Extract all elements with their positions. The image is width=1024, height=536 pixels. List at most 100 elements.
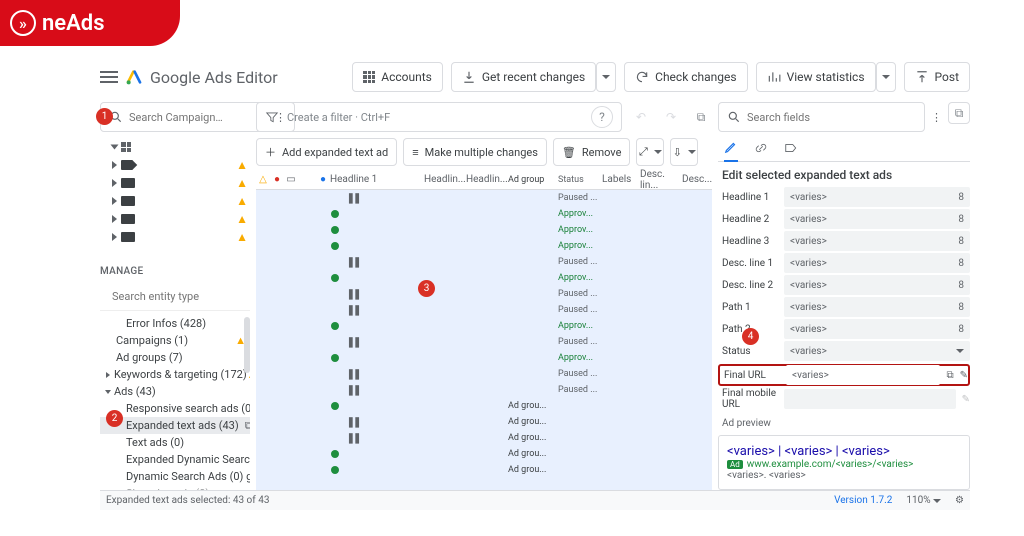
- table-row[interactable]: Approv...: [256, 270, 712, 286]
- tree-item[interactable]: ▲: [100, 156, 250, 174]
- stats-dropdown[interactable]: [876, 62, 896, 92]
- scrollbar[interactable]: [244, 317, 250, 373]
- tree-item[interactable]: ▲: [100, 210, 250, 228]
- search-campaign-input[interactable]: [129, 111, 269, 124]
- search-fields[interactable]: [718, 102, 925, 132]
- settings-icon[interactable]: ⚙: [955, 495, 964, 506]
- table-row[interactable]: ❚❚Paused ...: [256, 286, 712, 302]
- post-button[interactable]: Post: [904, 62, 970, 92]
- check-changes-button[interactable]: Check changes: [624, 62, 747, 92]
- table-row[interactable]: ❚❚Ad grou...: [256, 414, 712, 430]
- entity-item[interactable]: Text ads (0): [100, 434, 250, 451]
- popout-icon[interactable]: ⧉: [948, 102, 970, 124]
- add-button[interactable]: ＋ Add expanded text ad: [256, 138, 397, 166]
- topbar: Google Ads Editor Accounts Get recent ch…: [100, 60, 970, 94]
- preview-label: Ad preview: [722, 418, 970, 429]
- table-row[interactable]: Approv...: [256, 238, 712, 254]
- entity-item[interactable]: Dynamic Search Ads (0) grou...: [100, 468, 250, 485]
- tree-item[interactable]: ▲: [100, 228, 250, 246]
- table-row[interactable]: Approv...: [256, 206, 712, 222]
- table-row[interactable]: Ad grou...: [256, 462, 712, 478]
- list-icon: ≡: [412, 146, 418, 159]
- entity-item[interactable]: Ads (43): [100, 383, 250, 400]
- table-row[interactable]: ❚❚Paused ...: [256, 302, 712, 318]
- remove-button[interactable]: 🗑 Remove: [553, 138, 631, 166]
- entity-item[interactable]: Responsive search ads (0): [100, 400, 250, 417]
- tab-link[interactable]: [754, 134, 768, 162]
- stop-col-icon: ▭: [284, 174, 298, 185]
- link-icon: [754, 141, 768, 155]
- callout-2: 2: [106, 410, 123, 427]
- filter-bar[interactable]: Create a filter · Ctrl+F ?: [256, 102, 622, 132]
- selection-status: Expanded text ads selected: 43 of 43: [106, 495, 269, 506]
- pause-icon: ❚❚: [347, 289, 360, 300]
- field-desc2: Desc. line 2<varies>8: [718, 274, 970, 296]
- chevron-down-icon: [956, 349, 964, 353]
- brand-text: neAds: [42, 11, 105, 36]
- bar-chart-icon: [767, 70, 781, 84]
- pause-icon: ❚❚: [347, 433, 360, 444]
- tag-icon: [121, 160, 133, 170]
- download-grid-icon[interactable]: ⇩: [670, 138, 698, 166]
- more-icon[interactable]: ⋮: [931, 102, 942, 132]
- table-row[interactable]: Approv...: [256, 222, 712, 238]
- warning-icon: ▲: [236, 158, 248, 172]
- grid-body[interactable]: ❚❚Paused ...Approv...Approv...Approv...❚…: [256, 190, 712, 498]
- error-col-icon: ●: [270, 174, 284, 185]
- open-icon[interactable]: ⧉: [946, 370, 953, 381]
- pause-icon: ❚❚: [347, 337, 360, 348]
- statusbar: Expanded text ads selected: 43 of 43 Ver…: [100, 490, 970, 510]
- undo-icon[interactable]: ↶: [630, 106, 652, 128]
- search-icon: [727, 110, 741, 124]
- pencil-icon[interactable]: ✎: [962, 394, 970, 405]
- pause-icon: ❚❚: [347, 193, 360, 204]
- table-row[interactable]: ❚❚Paused ...: [256, 254, 712, 270]
- pause-icon: ❚❚: [347, 369, 360, 380]
- table-row[interactable]: ❚❚Paused ...: [256, 366, 712, 382]
- table-row[interactable]: Ad grou...: [256, 446, 712, 462]
- multi-button[interactable]: ≡ Make multiple changes: [403, 138, 547, 166]
- zoom-level[interactable]: 110%: [906, 495, 941, 506]
- pause-icon: ❚❚: [347, 385, 360, 396]
- table-row[interactable]: ❚❚Paused ...: [256, 334, 712, 350]
- folder-icon: [121, 178, 135, 188]
- tree-item[interactable]: ▲: [100, 192, 250, 210]
- table-row[interactable]: Approv...: [256, 350, 712, 366]
- preview-headline: <varies> | <varies> | <varies>: [727, 444, 961, 459]
- field-final-url: Final URL<varies>⧉✎: [718, 364, 970, 386]
- help-icon[interactable]: ?: [591, 106, 613, 128]
- entity-search[interactable]: ⋮: [100, 283, 250, 311]
- entity-list: Error Infos (428) Campaigns (1)▲ Ad grou…: [100, 315, 250, 502]
- tab-label[interactable]: [784, 134, 798, 162]
- entity-item[interactable]: Error Infos (428): [100, 315, 250, 332]
- tree-account[interactable]: [100, 138, 250, 156]
- get-recent-dropdown[interactable]: [596, 62, 616, 92]
- popout-icon[interactable]: ⧉: [245, 419, 250, 433]
- entity-item[interactable]: Ad groups (7): [100, 349, 250, 366]
- tab-edit[interactable]: [724, 134, 738, 162]
- expand-icon[interactable]: ⤢: [636, 138, 664, 166]
- field-status: Status<varies>: [718, 340, 970, 362]
- entity-item[interactable]: Keywords & targeting (172)▲: [100, 366, 250, 383]
- table-row[interactable]: ❚❚Paused ...: [256, 190, 712, 206]
- app: Google Ads Editor Accounts Get recent ch…: [100, 60, 970, 510]
- entity-item[interactable]: Expanded Dynamic Search A...: [100, 451, 250, 468]
- accounts-button[interactable]: Accounts: [352, 62, 443, 92]
- entity-item[interactable]: Campaigns (1)▲: [100, 332, 250, 349]
- app-title: Google Ads Editor: [150, 68, 278, 87]
- redo-icon[interactable]: ↷: [660, 106, 682, 128]
- preview-url: Adwww.example.com/<varies>/<varies>: [727, 459, 961, 470]
- menu-icon[interactable]: [100, 71, 118, 83]
- ad-preview: <varies> | <varies> | <varies> Adwww.exa…: [718, 435, 970, 490]
- tree-item[interactable]: ▲: [100, 174, 250, 192]
- table-row[interactable]: Approv...: [256, 318, 712, 334]
- table-row[interactable]: ❚❚Paused ...: [256, 382, 712, 398]
- right-tabs: [718, 134, 970, 162]
- get-recent-button[interactable]: Get recent changes: [451, 62, 596, 92]
- pencil-icon[interactable]: ✎: [960, 370, 968, 381]
- download-icon: [462, 70, 476, 84]
- external-icon[interactable]: ⧉: [690, 106, 712, 128]
- view-stats-button[interactable]: View statistics: [756, 62, 876, 92]
- table-row[interactable]: Ad grou...: [256, 398, 712, 414]
- table-row[interactable]: ❚❚Ad grou...: [256, 430, 712, 446]
